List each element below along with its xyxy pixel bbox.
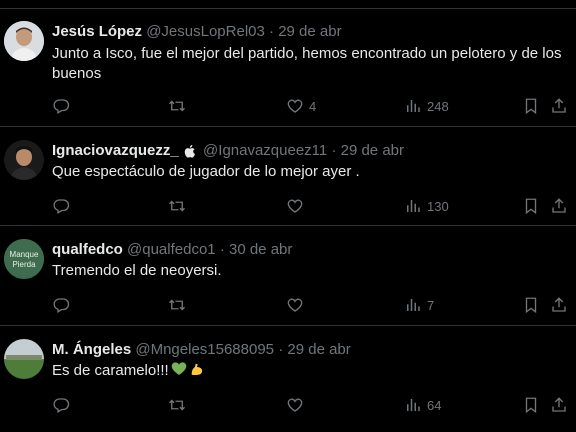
view-count: 7 <box>427 297 435 313</box>
views-icon <box>407 399 420 411</box>
top-divider <box>0 0 576 9</box>
bookmark-button[interactable] <box>522 295 540 315</box>
tweet-header: qualfedco @qualfedco1 · 30 de abr <box>52 240 292 260</box>
separator-dot: · <box>269 23 275 40</box>
author-handle[interactable]: @Ignavazqueez11 <box>203 142 327 159</box>
bookmark-icon <box>525 297 537 314</box>
reply-icon <box>53 199 70 214</box>
views-icon <box>407 200 420 212</box>
tweet-body: Es de caramelo!!! <box>52 361 567 381</box>
tweet-header: Ignaciovazquezz_ @Ignavazqueez11 · 29 de… <box>52 141 404 161</box>
retweet-button[interactable] <box>168 196 186 216</box>
tweet-item[interactable]: Manque Pierda qualfedco @qualfedco1 · 30… <box>0 226 576 326</box>
tweet-header: M. Ángeles @Mngeles15688095 · 29 de abr <box>52 340 351 360</box>
views-button[interactable]: 130 <box>404 196 449 216</box>
tweet-text: Que espectáculo de jugador de lo mejor a… <box>52 163 360 180</box>
tweet-actions: 4 248 <box>52 96 572 116</box>
author-handle[interactable]: @JesusLopRel03 <box>146 23 265 40</box>
avatar[interactable]: Manque Pierda <box>4 239 44 279</box>
share-button[interactable] <box>550 96 568 116</box>
tweet-item[interactable]: M. Ángeles @Mngeles15688095 · 29 de abr … <box>0 326 576 432</box>
share-icon <box>552 297 566 312</box>
reply-icon <box>53 298 70 313</box>
tweet-actions: 130 <box>52 196 572 216</box>
like-count: 4 <box>309 98 317 114</box>
reply-button[interactable] <box>52 96 70 116</box>
avatar[interactable] <box>4 21 44 61</box>
share-icon <box>552 397 566 412</box>
tweet-actions: 7 <box>52 295 572 315</box>
bookmark-icon <box>525 198 537 215</box>
heart-icon <box>287 398 303 412</box>
tweet-header: Jesús López @JesusLopRel03 · 29 de abr <box>52 22 342 42</box>
views-button[interactable]: 64 <box>404 395 441 415</box>
reply-button[interactable] <box>52 395 70 415</box>
views-button[interactable]: 7 <box>404 295 434 315</box>
heart-icon <box>287 99 303 113</box>
avatar-logo-text: Manque <box>10 250 39 259</box>
tweet-item[interactable]: Jesús López @JesusLopRel03 · 29 de abr J… <box>0 9 576 127</box>
bookmark-icon <box>525 397 537 414</box>
like-button[interactable] <box>286 395 309 415</box>
separator-dot: · <box>219 241 225 258</box>
tweet-text: Es de caramelo!!! <box>52 362 169 379</box>
author-name[interactable]: qualfedco <box>52 241 123 258</box>
tweet-text: Tremendo el de neoyersi. <box>52 262 222 279</box>
retweet-button[interactable] <box>168 295 186 315</box>
view-count: 64 <box>427 397 442 413</box>
retweet-icon <box>169 299 185 311</box>
separator-dot: · <box>278 341 284 358</box>
bookmark-icon <box>525 98 537 115</box>
author-handle[interactable]: @Mngeles15688095 <box>135 341 274 358</box>
share-button[interactable] <box>550 295 568 315</box>
retweet-icon <box>169 399 185 411</box>
retweet-button[interactable] <box>168 96 186 116</box>
retweet-icon <box>169 200 185 212</box>
tweet-actions: 64 <box>52 395 572 415</box>
tweet-date[interactable]: 29 de abr <box>287 341 350 358</box>
author-name[interactable]: M. Ángeles <box>52 341 131 358</box>
avatar[interactable] <box>4 339 44 379</box>
heart-icon <box>287 298 303 312</box>
share-icon <box>552 198 566 213</box>
retweet-icon <box>169 100 185 112</box>
tweet-date[interactable]: 30 de abr <box>229 241 292 258</box>
bookmark-button[interactable] <box>522 395 540 415</box>
like-button[interactable] <box>286 196 309 216</box>
like-button[interactable]: 4 <box>286 96 316 116</box>
share-button[interactable] <box>550 395 568 415</box>
view-count: 248 <box>427 98 449 114</box>
flexed-biceps-icon <box>191 363 202 375</box>
tweet-date[interactable]: 29 de abr <box>278 23 341 40</box>
reply-icon <box>53 398 70 413</box>
views-icon <box>407 299 420 311</box>
bookmark-button[interactable] <box>522 96 540 116</box>
view-count: 130 <box>427 198 449 214</box>
avatar-logo-text-2: Pierda <box>12 260 36 269</box>
views-button[interactable]: 248 <box>404 96 449 116</box>
tweet-date[interactable]: 29 de abr <box>341 142 404 159</box>
reply-button[interactable] <box>52 295 70 315</box>
separator-dot: · <box>331 142 337 159</box>
share-icon <box>552 98 566 113</box>
reply-button[interactable] <box>52 196 70 216</box>
tweet-item[interactable]: Ignaciovazquezz_ @Ignavazqueez11 · 29 de… <box>0 127 576 226</box>
tweet-text: Junto a Isco, fue el mejor del partido, … <box>52 45 562 82</box>
views-icon <box>407 100 420 112</box>
retweet-button[interactable] <box>168 395 186 415</box>
bookmark-button[interactable] <box>522 196 540 216</box>
heart-icon <box>287 199 303 213</box>
share-button[interactable] <box>550 196 568 216</box>
avatar[interactable] <box>4 140 44 180</box>
author-name[interactable]: Ignaciovazquezz_ <box>52 142 179 159</box>
author-name[interactable]: Jesús López <box>52 23 142 40</box>
author-handle[interactable]: @qualfedco1 <box>127 241 216 258</box>
apple-icon <box>184 144 195 158</box>
reply-icon <box>53 99 70 114</box>
green-heart-icon <box>171 362 187 375</box>
like-button[interactable] <box>286 295 309 315</box>
